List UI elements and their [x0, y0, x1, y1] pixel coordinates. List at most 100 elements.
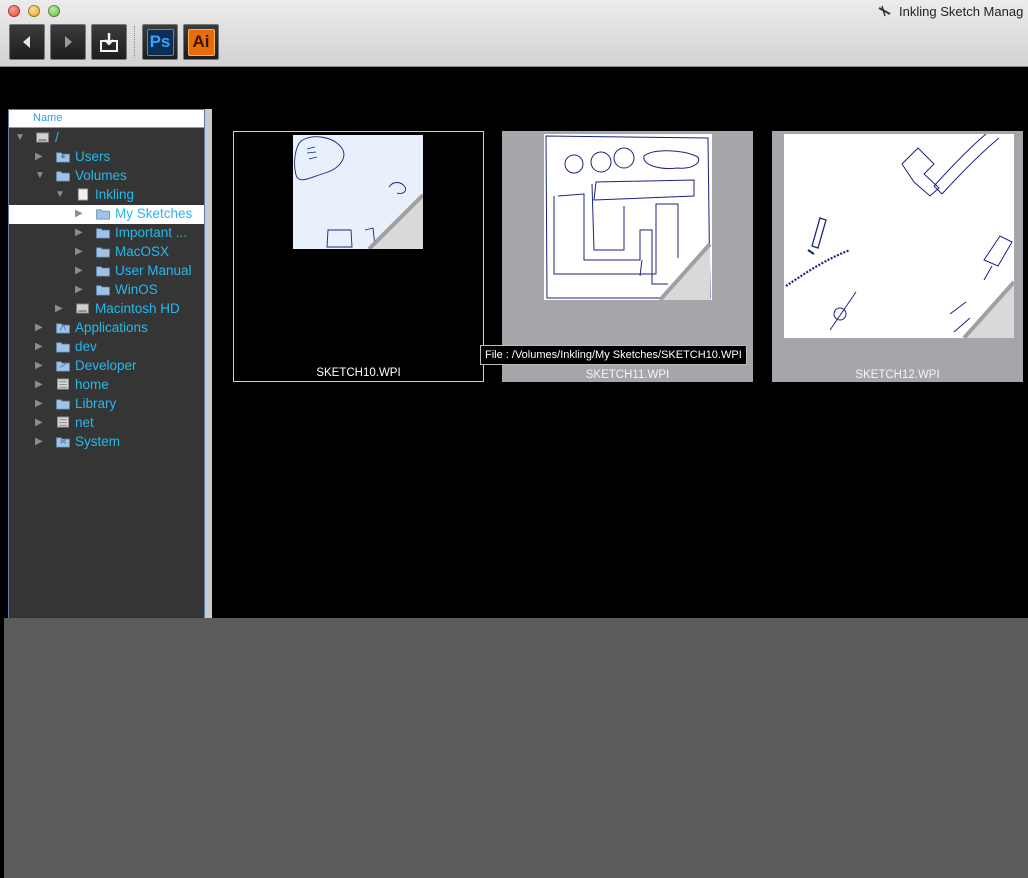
disclosure-expanded-icon[interactable]: ▼	[15, 132, 25, 144]
open-in-photoshop-button[interactable]: Ps	[142, 24, 178, 60]
drive-icon	[36, 132, 50, 143]
forward-button[interactable]	[50, 24, 86, 60]
sketch-thumbnail[interactable]: SKETCH10.WPI	[233, 131, 484, 382]
folder-icon	[96, 266, 110, 277]
drive-icon	[76, 303, 90, 314]
tree-item[interactable]: ▶ dev	[9, 338, 204, 357]
tree-item[interactable]: ▶ System	[9, 433, 204, 452]
sketch-preview	[784, 134, 1014, 338]
export-button[interactable]	[91, 24, 127, 60]
tree-item-label: Volumes	[75, 168, 127, 183]
disclosure-expanded-icon[interactable]: ▼	[55, 189, 65, 201]
panel-splitter[interactable]	[205, 109, 212, 619]
file-path-tooltip: File : /Volumes/Inkling/My Sketches/SKET…	[480, 345, 747, 365]
sketch-thumbnail[interactable]: SKETCH12.WPI	[772, 131, 1023, 382]
tree-item[interactable]: ▼ Inkling	[9, 186, 204, 205]
disclosure-collapsed-icon[interactable]: ▶	[75, 227, 83, 239]
tree-item-label: Applications	[75, 320, 148, 335]
thumbnail-filename: SKETCH10.WPI	[316, 367, 401, 379]
sketch-preview	[293, 135, 423, 249]
tree-item-label: User Manual	[115, 263, 192, 278]
tree-item-label: Important ...	[115, 225, 188, 240]
tree-item-label: net	[75, 415, 94, 430]
tree-item-label: My Sketches	[115, 206, 193, 221]
disclosure-collapsed-icon[interactable]: ▶	[35, 322, 43, 334]
disclosure-collapsed-icon[interactable]: ▶	[35, 417, 43, 429]
arrow-left-icon	[23, 36, 30, 48]
tree-item-label: Library	[75, 396, 117, 411]
arrow-right-icon	[65, 36, 72, 48]
developer-folder-icon	[56, 361, 70, 372]
close-window-button[interactable]	[8, 5, 20, 17]
zoom-window-button[interactable]	[48, 5, 60, 17]
illustrator-icon: Ai	[187, 28, 215, 56]
minimize-window-button[interactable]	[28, 5, 40, 17]
tree-item-label: MacOSX	[115, 244, 170, 259]
users-folder-icon	[56, 152, 70, 163]
disclosure-collapsed-icon[interactable]: ▶	[35, 436, 43, 448]
tree-item[interactable]: ▶ home	[9, 376, 204, 395]
folder-tree[interactable]: Name ▼ / ▶ Users ▼ Volumes ▼ Inkling ▶ My Sketche…	[8, 109, 205, 619]
folder-icon	[96, 209, 110, 220]
tree-item-label: WinOS	[115, 282, 158, 297]
folder-icon	[56, 171, 70, 182]
disclosure-collapsed-icon[interactable]: ▶	[75, 284, 83, 296]
tree-item[interactable]: ▶ My Sketches	[9, 205, 204, 224]
folder-icon	[96, 285, 110, 296]
open-in-illustrator-button[interactable]: Ai	[183, 24, 219, 60]
tree-item[interactable]: ▶ Macintosh HD	[9, 300, 204, 319]
tree-item[interactable]: ▶ User Manual	[9, 262, 204, 281]
back-button[interactable]	[9, 24, 45, 60]
export-icon	[100, 33, 118, 52]
disclosure-collapsed-icon[interactable]: ▶	[75, 246, 83, 258]
window-title: Inkling Sketch Manag	[878, 4, 1023, 19]
tree-item-label: Developer	[75, 358, 137, 373]
photoshop-icon: Ps	[146, 28, 174, 56]
tree-item-label: Users	[75, 149, 111, 164]
tree-item[interactable]: ▶ Important ...	[9, 224, 204, 243]
disclosure-collapsed-icon[interactable]: ▶	[35, 151, 43, 163]
volume-icon	[77, 188, 89, 201]
tree-item[interactable]: ▼ /	[9, 129, 204, 148]
tree-item-label: System	[75, 434, 121, 449]
tree-item-label: Inkling	[95, 187, 135, 202]
tree-item[interactable]: ▶ WinOS	[9, 281, 204, 300]
disclosure-collapsed-icon[interactable]: ▶	[75, 265, 83, 277]
thumbnail-filename: SKETCH11.WPI	[585, 369, 670, 381]
tree-item-label: home	[75, 377, 109, 392]
network-icon	[56, 416, 70, 428]
network-icon	[56, 378, 70, 390]
tree-item[interactable]: ▶ net	[9, 414, 204, 433]
tree-item-label: dev	[75, 339, 97, 354]
system-folder-icon	[56, 437, 70, 448]
toolbar-separator	[134, 26, 136, 58]
tree-item[interactable]: ▶ Developer	[9, 357, 204, 376]
bottom-panel	[4, 618, 1028, 878]
disclosure-collapsed-icon[interactable]: ▶	[75, 208, 83, 220]
tree-column-header-label: Name	[33, 112, 63, 124]
tree-item[interactable]: ▶ Applications	[9, 319, 204, 338]
disclosure-collapsed-icon[interactable]: ▶	[35, 341, 43, 353]
window-toolbar: Inkling Sketch Manag Ps Ai	[0, 0, 1028, 67]
disclosure-expanded-icon[interactable]: ▼	[35, 170, 45, 182]
disclosure-collapsed-icon[interactable]: ▶	[35, 379, 43, 391]
tree-item[interactable]: ▼ Volumes	[9, 167, 204, 186]
tree-item-label: Macintosh HD	[95, 301, 180, 316]
sketch-preview	[544, 134, 712, 300]
tree-item[interactable]: ▶ MacOSX	[9, 243, 204, 262]
folder-icon	[56, 399, 70, 410]
applications-folder-icon	[56, 323, 70, 334]
folder-icon	[96, 228, 110, 239]
pen-icon	[878, 5, 891, 17]
tree-item[interactable]: ▶ Library	[9, 395, 204, 414]
disclosure-collapsed-icon[interactable]: ▶	[35, 360, 43, 372]
tree-item-label: /	[55, 130, 59, 145]
window-title-text: Inkling Sketch Manag	[899, 4, 1024, 19]
folder-icon	[56, 342, 70, 353]
folder-icon	[96, 247, 110, 258]
disclosure-collapsed-icon[interactable]: ▶	[55, 303, 63, 315]
thumbnail-filename: SKETCH12.WPI	[855, 369, 940, 381]
tree-item[interactable]: ▶ Users	[9, 148, 204, 167]
tree-column-header[interactable]: Name	[9, 110, 204, 128]
disclosure-collapsed-icon[interactable]: ▶	[35, 398, 43, 410]
